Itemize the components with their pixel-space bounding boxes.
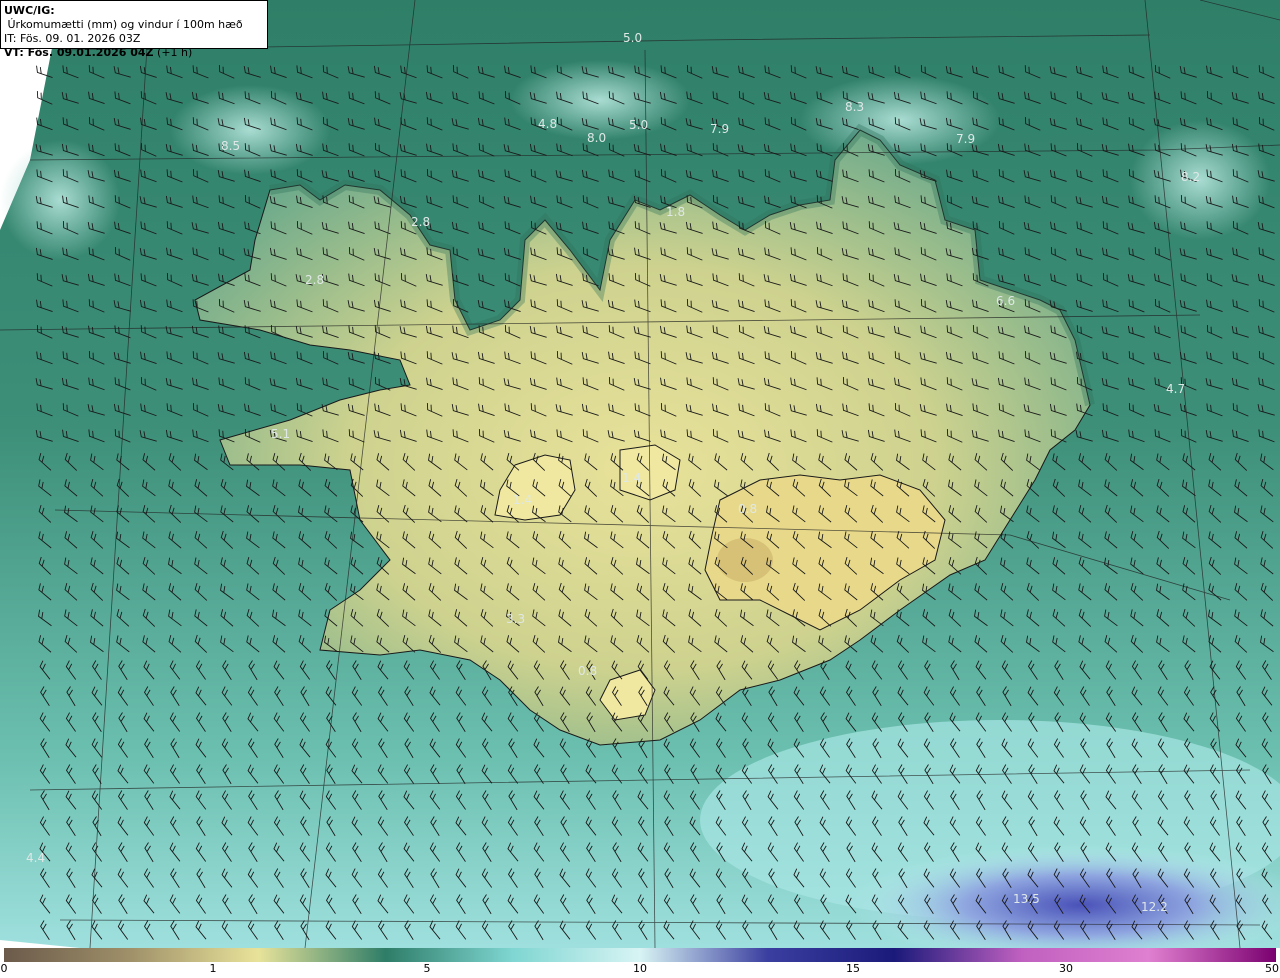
value-label: 4.7 — [1166, 382, 1186, 396]
model-label: UWC/IG: — [4, 4, 55, 17]
colorbar-tick-label: 10 — [633, 962, 647, 975]
forecast-map[interactable]: 5.0 4.8 8.0 5.0 7.9 8.3 7.9 8.2 8.5 2.8 … — [0, 0, 1280, 948]
colorbar-ticks: 0 1 5 10 15 30 50 — [0, 962, 1280, 978]
value-label: 8.0 — [587, 131, 607, 145]
colorbar-tick-label: 1 — [209, 962, 217, 975]
value-label: 4.4 — [26, 851, 46, 865]
value-label: 5.1 — [271, 427, 291, 441]
value-label: 8.5 — [221, 139, 241, 153]
colorbar-tick-label: 30 — [1059, 962, 1073, 975]
valid-time: VT: Fös. 09.01.2026 04Z — [4, 46, 154, 59]
product-title: Úrkomumætti (mm) og vindur í 100m hæð — [4, 18, 243, 31]
value-label: 5.0 — [623, 31, 643, 45]
value-label: 1.4 — [513, 493, 533, 507]
value-label: 2.8 — [305, 273, 325, 287]
colorbar-tick-label: 0 — [0, 962, 8, 975]
title-line: UWC/IG: Úrkomumætti (mm) og vindur í 100… — [4, 4, 264, 32]
map-title-box: UWC/IG: Úrkomumætti (mm) og vindur í 100… — [0, 0, 268, 59]
value-label: 4.8 — [538, 117, 558, 131]
colorbar-tick-label: 5 — [423, 962, 431, 975]
colorbar — [4, 948, 1276, 962]
value-label: 5.0 — [629, 118, 649, 132]
value-label: 7.9 — [956, 132, 976, 146]
value-label: 0.8 — [738, 502, 758, 516]
colorbar-tick-label: 15 — [846, 962, 860, 975]
value-label: 6.6 — [996, 294, 1016, 308]
value-label: 3.3 — [506, 612, 526, 626]
value-label: 0.8 — [578, 664, 598, 678]
lead-time: (+1 h) — [153, 46, 193, 59]
init-time: IT: Fös. 09. 01. 2026 03Z — [4, 32, 141, 45]
colorbar-tick-label: 50 — [1265, 962, 1279, 975]
value-label: 1.8 — [666, 205, 686, 219]
value-label: 12.2 — [1141, 900, 1168, 914]
valid-time-line: VT: Fös. 09.01.2026 04Z (+1 h) — [4, 46, 264, 60]
value-label: 13.5 — [1013, 892, 1040, 906]
value-label: 8.3 — [845, 100, 865, 114]
value-label: 7.9 — [710, 122, 730, 136]
value-label: 1.4 — [622, 471, 642, 485]
value-label: 8.2 — [1181, 170, 1201, 184]
value-label: 2.8 — [411, 215, 431, 229]
